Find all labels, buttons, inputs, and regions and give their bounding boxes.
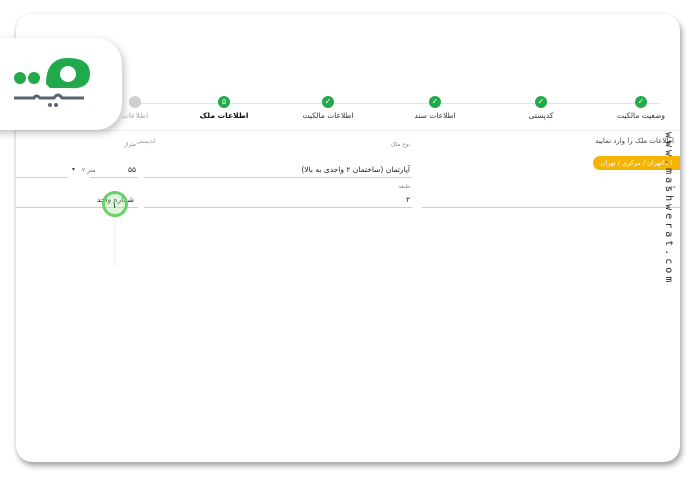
header-divider	[16, 130, 680, 131]
step-number: ۵	[218, 96, 230, 108]
check-icon: ✓	[635, 96, 647, 108]
step-postal-code[interactable]: ✓ کدپستی	[496, 96, 586, 120]
check-icon: ✓	[322, 96, 334, 108]
direction-field[interactable]: جهت	[422, 184, 680, 208]
property-type-value: آپارتمان (ساختمان ۲ واحدی به بالا)	[301, 165, 410, 174]
step-ownership-info[interactable]: ✓ اطلاعات مالکیت	[283, 96, 373, 120]
floor-field[interactable]: طبقه ۲	[144, 184, 412, 208]
left-partial-field[interactable]	[16, 142, 68, 178]
area-value: ۵۵	[127, 165, 136, 174]
area-field[interactable]: متراژ ۵۵	[90, 142, 138, 178]
step-pending-dot	[129, 96, 141, 108]
floor-label: طبقه	[398, 184, 410, 190]
step-ownership-status[interactable]: ✓ وضعیت مالکیت	[596, 96, 680, 120]
property-type-label: نوع ملک	[390, 142, 410, 148]
check-icon: ✓	[535, 96, 547, 108]
check-icon: ✓	[429, 96, 441, 108]
property-type-field[interactable]: نوع ملک آپارتمان (ساختمان ۲ واحدی به بال…	[144, 142, 412, 178]
guide-line	[114, 220, 115, 268]
area-unit: متر ۲	[82, 167, 96, 174]
floor-value: ۲	[405, 195, 410, 204]
brand-logo	[0, 38, 122, 130]
site-watermark: www.mashwerat.com	[663, 132, 674, 286]
step-property-info[interactable]: ۵ اطلاعات ملک	[179, 96, 269, 120]
area-label: متراژ	[124, 142, 136, 148]
step-deed-info[interactable]: ✓ اطلاعات سند	[390, 96, 480, 120]
text-cursor-icon: ۱	[112, 201, 117, 211]
area-stepper-arrows[interactable]: ▾	[72, 166, 75, 173]
logo-icon	[14, 58, 90, 107]
